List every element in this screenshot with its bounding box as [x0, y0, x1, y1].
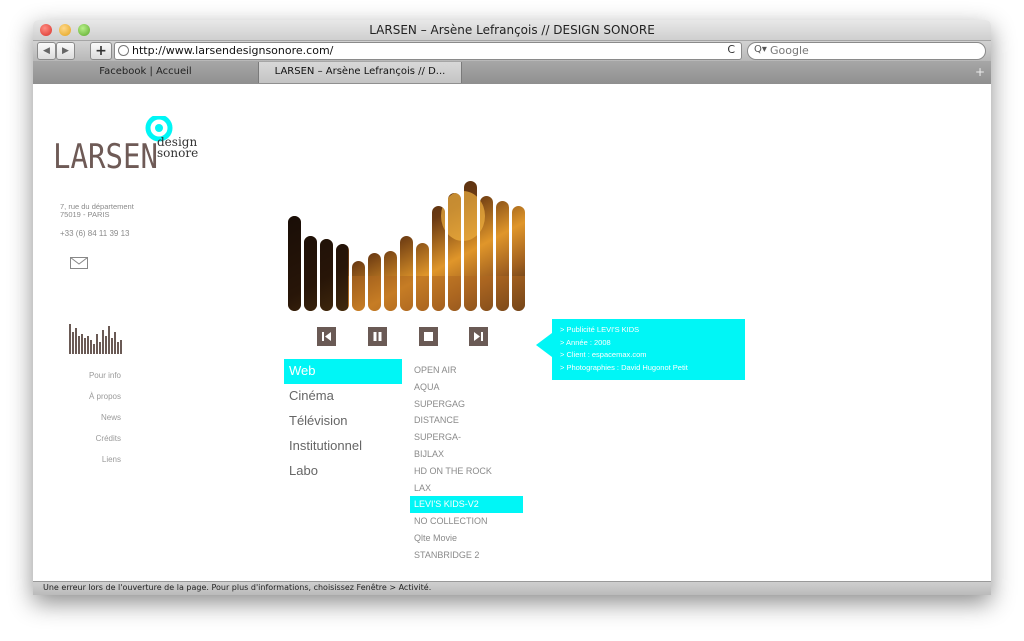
category-menu: Web Cinéma Télévision Institutionnel Lab… — [284, 359, 402, 484]
side-menu-item-liens[interactable]: Liens — [73, 454, 121, 475]
project-item[interactable]: DISTANCE — [410, 412, 523, 429]
project-info-callout: > Publicité LEVI'S KIDS > Année : 2008 >… — [536, 319, 745, 380]
title-bar[interactable]: LARSEN – Arsène Lefrançois // DESIGN SON… — [33, 20, 991, 41]
category-institutionnel[interactable]: Institutionnel — [284, 434, 402, 459]
info-line-title: > Publicité LEVI'S KIDS — [560, 325, 640, 334]
site-icon — [118, 45, 129, 56]
side-menu: Pour info À propos News Crédits Liens — [73, 370, 121, 475]
tab-bar: Facebook | Accueil LARSEN – Arsène Lefra… — [33, 61, 991, 85]
add-bookmark-button[interactable]: + — [90, 42, 112, 60]
page-content: LARSEN design sonore 7, rue du départeme… — [33, 84, 991, 581]
search-placeholder: Google — [770, 44, 809, 57]
project-item[interactable]: LAX — [410, 480, 523, 497]
category-web[interactable]: Web — [284, 359, 402, 384]
previous-track-button[interactable] — [317, 327, 336, 346]
info-line-year: > Année : 2008 — [560, 337, 611, 347]
back-button[interactable]: ◀ — [37, 42, 56, 60]
search-field[interactable]: Q▾ Google — [747, 42, 986, 60]
project-item[interactable]: AQUA — [410, 379, 523, 396]
reload-icon[interactable]: C — [727, 43, 735, 56]
pause-button[interactable] — [368, 327, 387, 346]
larsen-logo[interactable]: LARSEN design sonore — [53, 116, 213, 176]
browser-window: LARSEN – Arsène Lefrançois // DESIGN SON… — [33, 20, 991, 595]
project-item[interactable]: NO COLLECTION — [410, 513, 523, 530]
browser-toolbar: ◀ ▶ + http://www.larsendesignsonore.com/… — [33, 41, 991, 61]
mail-icon[interactable] — [70, 257, 88, 269]
project-item[interactable]: SUPERGAG — [410, 396, 523, 413]
side-menu-item-a-propos[interactable]: À propos — [73, 391, 121, 412]
visualizer-image — [288, 181, 525, 311]
window-title: LARSEN – Arsène Lefrançois // DESIGN SON… — [369, 23, 655, 37]
equalizer-icon — [69, 324, 122, 354]
address: 7, rue du département 75019 - PARIS — [60, 203, 134, 219]
logo-word: LARSEN — [53, 137, 158, 176]
forward-button[interactable]: ▶ — [56, 42, 75, 60]
project-item[interactable]: HD ON THE ROCK — [410, 463, 523, 480]
project-item[interactable]: SUPERGA- — [410, 429, 523, 446]
address-bar[interactable]: http://www.larsendesignsonore.com/ C — [114, 42, 742, 60]
next-track-button[interactable] — [469, 327, 488, 346]
tab-larsen[interactable]: LARSEN – Arsène Lefrançois // D... — [258, 62, 462, 83]
side-menu-item-news[interactable]: News — [73, 412, 121, 433]
project-item-selected[interactable]: LEVI'S KIDS-V2 — [410, 496, 523, 514]
project-item[interactable]: STANBRIDGE 2 — [410, 547, 523, 564]
project-info-text: > Publicité LEVI'S KIDS > Année : 2008 >… — [560, 324, 688, 374]
project-item[interactable]: OPEN AIR — [410, 362, 523, 379]
logo-tag-sonore: sonore — [157, 146, 198, 160]
callout-arrow — [536, 333, 552, 357]
stop-button[interactable] — [419, 327, 438, 346]
info-line-client: > Client : espacemax.com — [560, 350, 647, 359]
category-cinema[interactable]: Cinéma — [284, 384, 402, 409]
status-bar: Une erreur lors de l'ouverture de la pag… — [33, 581, 991, 595]
new-tab-icon[interactable]: + — [975, 65, 985, 79]
category-television[interactable]: Télévision — [284, 409, 402, 434]
project-item[interactable]: Qlte Movie — [410, 530, 523, 547]
info-line-photos: > Photographies : David Hugonot Petit — [560, 362, 688, 372]
status-text: Une erreur lors de l'ouverture de la pag… — [43, 583, 432, 592]
search-icon[interactable]: Q▾ — [754, 44, 767, 55]
side-menu-item-credits[interactable]: Crédits — [73, 433, 121, 454]
phone-number: +33 (6) 84 11 39 13 — [60, 229, 130, 238]
category-labo[interactable]: Labo — [284, 459, 402, 484]
url-text[interactable]: http://www.larsendesignsonore.com/ — [132, 44, 333, 57]
tab-facebook[interactable]: Facebook | Accueil — [33, 62, 258, 83]
side-menu-item-pour-info[interactable]: Pour info — [73, 370, 121, 391]
project-item[interactable]: BIJLAX — [410, 446, 523, 463]
project-list: OPEN AIR AQUA SUPERGAG DISTANCE SUPERGA-… — [410, 362, 523, 564]
address-line-2: 75019 - PARIS — [60, 210, 110, 219]
